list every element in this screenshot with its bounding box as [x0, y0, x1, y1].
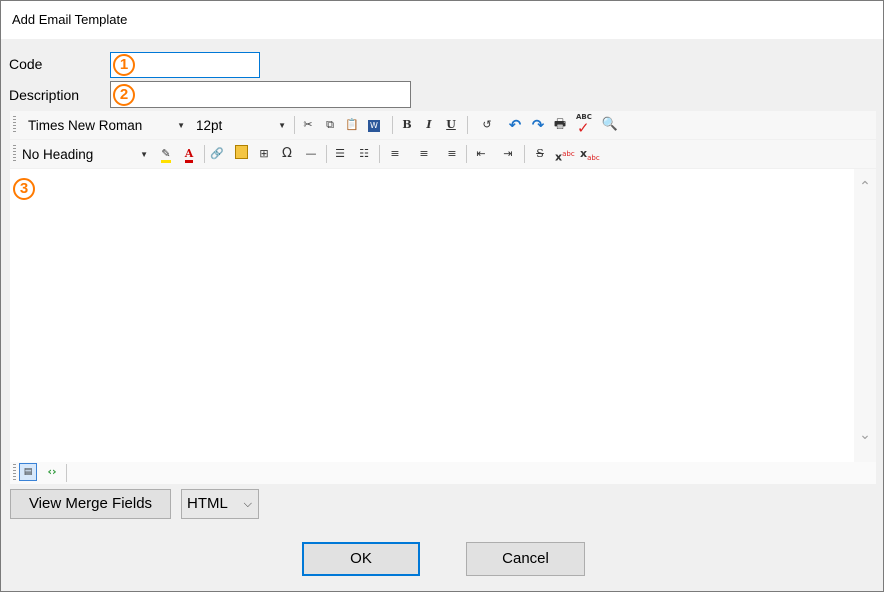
- chevron-up-icon[interactable]: ⌃: [854, 179, 876, 195]
- hyperlink-icon[interactable]: 🔗: [208, 145, 226, 163]
- toolbar-separator: [326, 145, 327, 163]
- design-view-icon[interactable]: ▤: [19, 463, 37, 481]
- dialog-title: Add Email Template: [12, 12, 128, 27]
- font-family-select[interactable]: Times New Roman ▼: [25, 115, 187, 135]
- toolbar-separator: [466, 145, 467, 163]
- format-select[interactable]: HTML ⌵: [181, 489, 259, 519]
- description-input[interactable]: [110, 81, 411, 108]
- chevron-down-icon: ▼: [177, 121, 185, 130]
- bold-icon[interactable]: B: [398, 116, 416, 134]
- horizontal-rule-icon[interactable]: —: [302, 145, 320, 163]
- align-center-icon[interactable]: ≡: [415, 145, 433, 163]
- chevron-down-icon: ⌵: [243, 497, 252, 510]
- chevron-down-icon: ▼: [278, 121, 286, 130]
- align-left-icon[interactable]: ≡: [386, 145, 404, 163]
- editor-vertical-scrollbar[interactable]: ⌃ ⌄: [854, 169, 876, 462]
- image-icon[interactable]: [232, 145, 250, 163]
- callout-marker-3: 3: [13, 178, 35, 200]
- editor-toolbar-formatting: Times New Roman ▼ 12pt ▼ ✂ ⧉ 📋 W B I U ↺…: [10, 111, 876, 139]
- toolbar-grip[interactable]: [13, 464, 16, 482]
- special-character-icon[interactable]: Ω: [278, 145, 296, 163]
- toolbar-separator: [294, 116, 295, 134]
- cancel-button[interactable]: Cancel: [466, 542, 585, 576]
- print-icon[interactable]: 🖶: [551, 116, 569, 134]
- redo-icon[interactable]: ↷: [529, 116, 547, 134]
- align-right-icon[interactable]: ≡: [443, 145, 461, 163]
- font-color-icon[interactable]: A: [180, 145, 198, 163]
- bulleted-list-icon[interactable]: ☷: [355, 145, 373, 163]
- paste-icon[interactable]: 📋: [343, 116, 361, 134]
- italic-icon[interactable]: I: [420, 116, 438, 134]
- description-label: Description: [9, 87, 80, 103]
- underline-icon[interactable]: U: [442, 116, 460, 134]
- paste-from-word-icon[interactable]: W: [365, 116, 383, 134]
- toolbar-separator: [379, 145, 380, 163]
- superscript-icon[interactable]: xabc: [555, 145, 575, 164]
- toolbar-separator: [392, 116, 393, 134]
- cut-icon[interactable]: ✂: [299, 116, 317, 134]
- copy-icon[interactable]: ⧉: [321, 116, 339, 134]
- title-bar: Add Email Template: [1, 1, 883, 39]
- add-email-template-dialog: Add Email Template Code 1 Description 2 …: [0, 0, 884, 592]
- view-merge-fields-button[interactable]: View Merge Fields: [10, 489, 171, 519]
- outdent-icon[interactable]: ⇤: [472, 145, 490, 163]
- spell-check-icon[interactable]: ABC ✓: [574, 113, 592, 137]
- refresh-icon[interactable]: ↺: [478, 116, 496, 134]
- heading-select[interactable]: No Heading ▼: [19, 144, 150, 164]
- callout-marker-2: 2: [113, 84, 135, 106]
- strikethrough-icon[interactable]: S: [531, 145, 549, 163]
- table-icon[interactable]: ⊞: [255, 145, 273, 163]
- toolbar-separator: [524, 145, 525, 163]
- editor-toolbar-paragraph: No Heading ▼ ✎ A 🔗 ⊞ Ω — ☰ ☷ ≡ ≡ ≡ ⇤ ⇥ S…: [10, 140, 876, 168]
- numbered-list-icon[interactable]: ☰: [331, 145, 349, 163]
- subscript-icon[interactable]: xabc: [580, 145, 600, 163]
- toolbar-grip[interactable]: [13, 145, 16, 163]
- code-label: Code: [9, 56, 43, 72]
- find-icon[interactable]: 🔍: [601, 116, 619, 134]
- toolbar-separator: [467, 116, 468, 134]
- chevron-down-icon: ▼: [140, 150, 148, 159]
- ok-button[interactable]: OK: [302, 542, 420, 576]
- toolbar-separator: [204, 145, 205, 163]
- toolbar-separator: [66, 464, 67, 482]
- highlight-color-icon[interactable]: ✎: [157, 145, 175, 163]
- html-source-view-icon[interactable]: ‹›: [43, 463, 61, 481]
- font-size-select[interactable]: 12pt ▼: [193, 115, 288, 135]
- chevron-down-icon[interactable]: ⌄: [854, 427, 876, 443]
- toolbar-grip[interactable]: [13, 116, 16, 134]
- rich-text-editor[interactable]: 3 ⌃ ⌄: [10, 169, 876, 462]
- callout-marker-1: 1: [113, 54, 135, 76]
- indent-icon[interactable]: ⇥: [499, 145, 517, 163]
- editor-mode-bar: ▤ ‹›: [10, 462, 876, 484]
- undo-icon[interactable]: ↶: [506, 116, 524, 134]
